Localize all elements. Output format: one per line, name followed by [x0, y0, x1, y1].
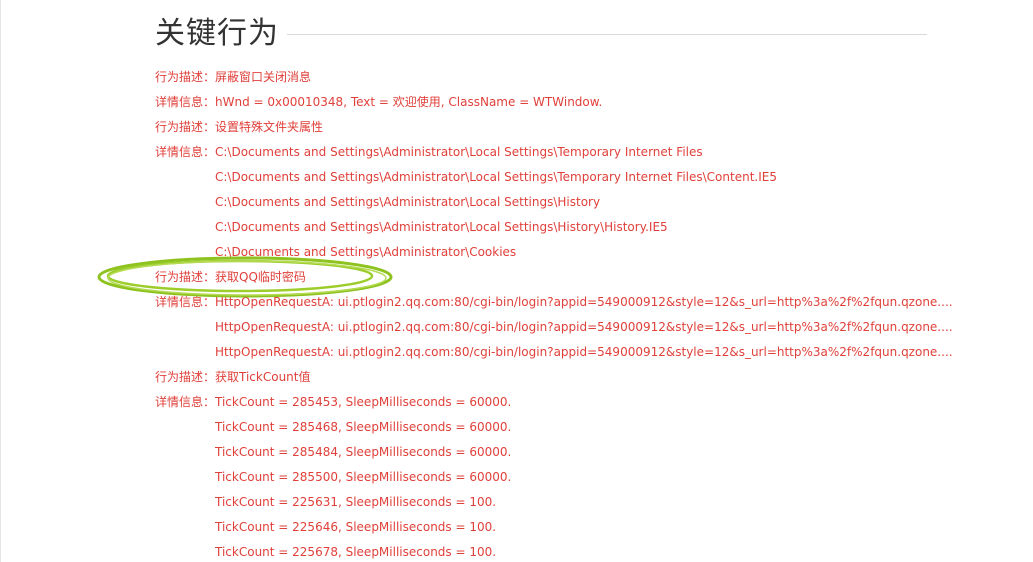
header-divider — [287, 34, 927, 35]
row-value: 设置特殊文件夹属性 — [215, 120, 324, 134]
row-value: TickCount = 225631, SleepMilliseconds = … — [215, 495, 497, 509]
detail-info-continuation-row: C:\Documents and Settings\Administrator\… — [155, 167, 995, 192]
behavior-list: 行为描述：屏蔽窗口关闭消息 详情信息：hWnd = 0x00010348, Tex… — [155, 67, 995, 562]
row-label: 行为描述： — [155, 370, 216, 384]
detail-info-continuation-row: TickCount = 225646, SleepMilliseconds = … — [155, 517, 995, 542]
row-label: 详情信息： — [155, 395, 216, 409]
detail-info-continuation-row: C:\Documents and Settings\Administrator\… — [155, 217, 995, 242]
detail-info-continuation-row: HttpOpenRequestA: ui.ptlogin2.qq.com:80/… — [155, 317, 995, 342]
row-value: TickCount = 225646, SleepMilliseconds = … — [215, 520, 497, 534]
detail-info-continuation-row: TickCount = 285500, SleepMilliseconds = … — [155, 467, 995, 492]
behavior-description-row: 行为描述：屏蔽窗口关闭消息 — [155, 67, 995, 92]
row-value: HttpOpenRequestA: ui.ptlogin2.qq.com:80/… — [215, 295, 953, 309]
row-label: 行为描述： — [155, 120, 216, 134]
row-value: HttpOpenRequestA: ui.ptlogin2.qq.com:80/… — [215, 345, 953, 359]
row-value: 获取TickCount值 — [215, 370, 311, 384]
row-value: C:\Documents and Settings\Administrator\… — [215, 195, 601, 209]
left-divider — [0, 0, 1, 562]
row-value: TickCount = 285468, SleepMilliseconds = … — [215, 420, 512, 434]
row-label: 详情信息： — [155, 95, 216, 109]
row-value: C:\Documents and Settings\Administrator\… — [215, 170, 777, 184]
detail-info-continuation-row: C:\Documents and Settings\Administrator\… — [155, 242, 995, 267]
row-value: TickCount = 285453, SleepMilliseconds = … — [215, 395, 512, 409]
row-label: 行为描述： — [155, 70, 216, 84]
row-value: hWnd = 0x00010348, Text = 欢迎使用, ClassNam… — [215, 95, 603, 109]
behavior-description-row: 行为描述：获取TickCount值 — [155, 367, 995, 392]
detail-info-continuation-row: TickCount = 225631, SleepMilliseconds = … — [155, 492, 995, 517]
row-value: C:\Documents and Settings\Administrator\… — [215, 220, 668, 234]
row-value: C:\Documents and Settings\Administrator\… — [215, 145, 703, 159]
detail-info-row: 详情信息：HttpOpenRequestA: ui.ptlogin2.qq.co… — [155, 292, 995, 317]
detail-info-continuation-row: TickCount = 225678, SleepMilliseconds = … — [155, 542, 995, 562]
section-header: 关键行为 — [155, 14, 927, 54]
detail-info-row: 详情信息：TickCount = 285453, SleepMillisecon… — [155, 392, 995, 417]
row-label: 详情信息： — [155, 145, 216, 159]
detail-info-continuation-row: HttpOpenRequestA: ui.ptlogin2.qq.com:80/… — [155, 342, 995, 367]
row-value: TickCount = 285484, SleepMilliseconds = … — [215, 445, 512, 459]
row-value: 获取QQ临时密码 — [215, 270, 306, 284]
behavior-description-row: 行为描述：获取QQ临时密码 — [155, 267, 995, 292]
row-label: 行为描述： — [155, 270, 216, 284]
row-value: 屏蔽窗口关闭消息 — [215, 70, 312, 84]
row-value: C:\Documents and Settings\Administrator\… — [215, 245, 517, 259]
detail-info-row: 详情信息：hWnd = 0x00010348, Text = 欢迎使用, Cla… — [155, 92, 995, 117]
detail-info-row: 详情信息：C:\Documents and Settings\Administr… — [155, 142, 995, 167]
detail-info-continuation-row: TickCount = 285484, SleepMilliseconds = … — [155, 442, 995, 467]
row-value: TickCount = 285500, SleepMilliseconds = … — [215, 470, 512, 484]
section-title: 关键行为 — [155, 16, 279, 51]
detail-info-continuation-row: C:\Documents and Settings\Administrator\… — [155, 192, 995, 217]
row-value: HttpOpenRequestA: ui.ptlogin2.qq.com:80/… — [215, 320, 953, 334]
behavior-description-row: 行为描述：设置特殊文件夹属性 — [155, 117, 995, 142]
row-value: TickCount = 225678, SleepMilliseconds = … — [215, 545, 497, 559]
detail-info-continuation-row: TickCount = 285468, SleepMilliseconds = … — [155, 417, 995, 442]
row-label: 详情信息： — [155, 295, 216, 309]
